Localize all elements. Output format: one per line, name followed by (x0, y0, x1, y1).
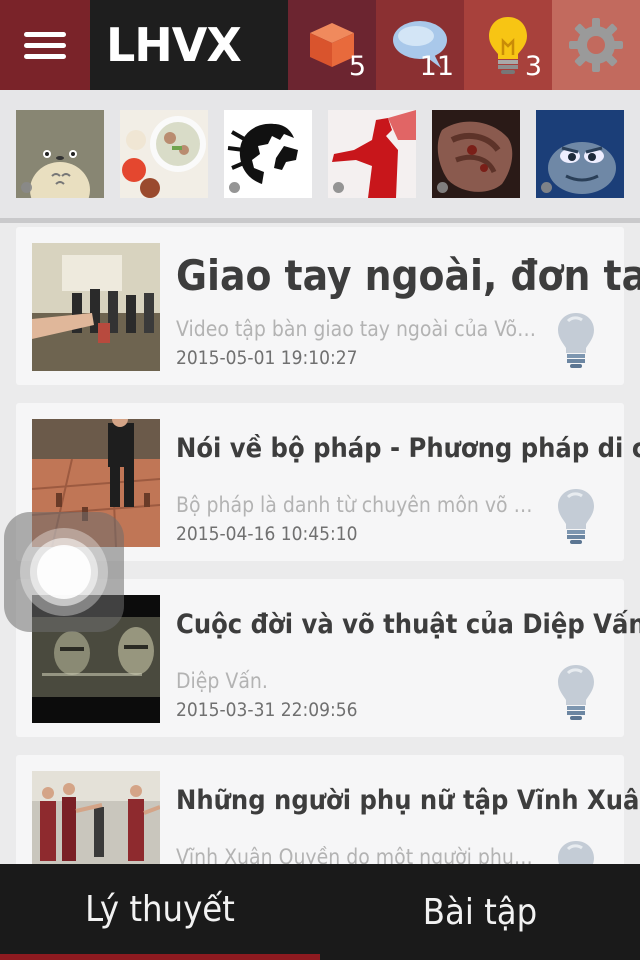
article-title: Cuộc đời và võ thuật của Diệp Vấn (176, 609, 640, 640)
indicator-dot (333, 182, 344, 193)
app-logo: LHVX (90, 0, 288, 90)
hamburger-icon (24, 26, 66, 65)
ideas-button[interactable]: 3 (464, 0, 552, 90)
article-thumbnail (32, 243, 160, 371)
article-description: Vĩnh Xuân Quyền do một người phụ nữ… (176, 845, 536, 864)
ideas-count: 3 (524, 51, 542, 82)
article-title: Những người phụ nữ tập Vĩnh Xuân (176, 785, 640, 816)
indicator-dot (229, 182, 240, 193)
indicator-dot (437, 182, 448, 193)
gear-icon (569, 18, 623, 72)
category-thumb-hands[interactable] (432, 110, 520, 198)
category-thumb-turtle[interactable] (536, 110, 624, 198)
article-title: Nói về bộ pháp - Phương pháp di chuyển (176, 433, 640, 464)
lessons-button[interactable]: 5 (288, 0, 376, 90)
lightbulb-icon (489, 17, 527, 74)
lightbulb-icon[interactable] (556, 839, 596, 864)
top-bar: LHVX 5 11 3 (0, 0, 640, 90)
indicator-dot (21, 182, 32, 193)
lessons-count: 5 (348, 51, 366, 82)
category-thumb-food[interactable] (120, 110, 208, 198)
article-description: Video tập bàn giao tay ngoài của Võ sư… (176, 317, 536, 341)
menu-button[interactable] (0, 0, 90, 90)
settings-button[interactable] (552, 0, 640, 90)
list-item[interactable]: Những người phụ nữ tập Vĩnh Xuân Vĩnh Xu… (16, 755, 640, 864)
tab-exercises[interactable]: Bài tập (320, 864, 640, 960)
lightbulb-icon[interactable] (556, 311, 596, 369)
lightbulb-icon[interactable] (556, 487, 596, 545)
tab-theory[interactable]: Lý thuyết (0, 864, 320, 960)
category-thumb-fighter[interactable] (328, 110, 416, 198)
article-title: Giao tay ngoài, đơn tay (176, 251, 640, 300)
assistive-touch-button[interactable] (4, 512, 124, 632)
article-date: 2015-05-01 19:10:27 (176, 347, 358, 369)
article-description: Bộ pháp là danh từ chuyên môn võ thu… (176, 493, 536, 517)
list-item[interactable]: Giao tay ngoài, đơn tay Video tập bàn gi… (16, 227, 640, 385)
comments-count: 11 (419, 51, 454, 82)
indicator-dot (541, 182, 552, 193)
training-photo (32, 243, 160, 371)
article-description: Diệp Vấn. (176, 669, 268, 693)
bottom-tab-bar: Lý thuyết Bài tập (0, 864, 640, 960)
category-thumb-lion[interactable] (224, 110, 312, 198)
food-image (120, 110, 208, 198)
article-thumbnail (32, 771, 160, 864)
article-date: 2015-03-31 22:09:56 (176, 699, 358, 721)
category-thumb-totoro[interactable] (16, 110, 104, 198)
women-training-photo (32, 771, 160, 864)
comments-button[interactable]: 11 (376, 0, 464, 90)
article-date: 2015-04-16 10:45:10 (176, 523, 358, 545)
lightbulb-icon[interactable] (556, 663, 596, 721)
category-strip (0, 90, 640, 223)
